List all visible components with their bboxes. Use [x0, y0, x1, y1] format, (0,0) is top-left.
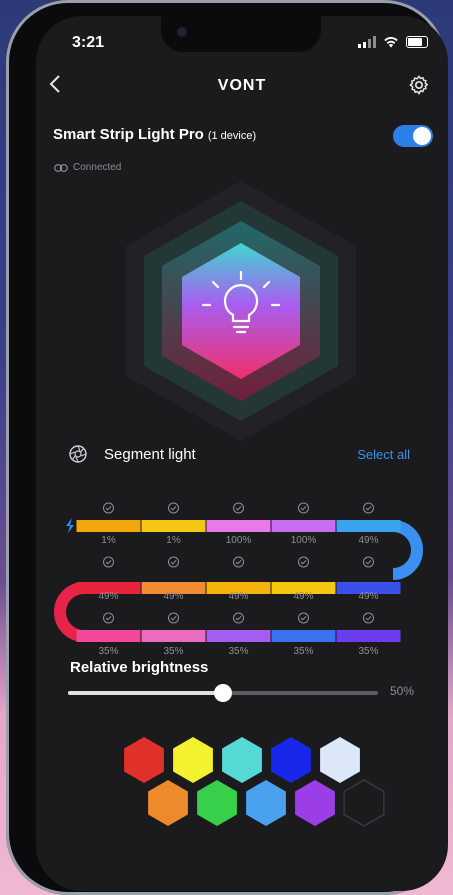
device-name: Smart Strip Light Pro [53, 126, 204, 143]
color-swatch[interactable] [222, 737, 262, 783]
segment-r1-1[interactable] [76, 520, 141, 532]
segment-percent: 100% [291, 535, 317, 546]
segment-title: Segment light [104, 446, 196, 463]
segment-check-icon[interactable] [168, 502, 179, 514]
link-icon [54, 163, 68, 172]
segment-percent: 49% [293, 591, 313, 602]
segment-r1-3[interactable] [206, 520, 271, 532]
color-swatch[interactable] [271, 737, 311, 783]
segment-check-icon[interactable] [168, 612, 179, 624]
slider-thumb[interactable] [214, 684, 232, 702]
segment-header: Segment light Select all [36, 442, 448, 472]
segment-check-icon[interactable] [298, 556, 309, 568]
segment-check-icon[interactable] [298, 612, 309, 624]
segment-percent: 49% [358, 591, 378, 602]
app-screen: 3:21 VONT Smart Strip Light Pro (1 device… [36, 16, 448, 891]
front-camera [177, 27, 187, 37]
segment-r1-2[interactable] [141, 520, 206, 532]
color-palette [124, 737, 385, 827]
segment-r3-3[interactable] [206, 630, 271, 642]
color-swatch[interactable] [320, 737, 360, 783]
brightness-slider[interactable] [68, 684, 378, 702]
signal-icon [358, 36, 376, 48]
nav-bar: VONT [36, 71, 448, 101]
segment-check-icon[interactable] [103, 612, 114, 624]
status-time: 3:21 [72, 34, 105, 51]
segment-percent: 49% [98, 591, 118, 602]
segment-percent: 35% [358, 646, 378, 657]
segment-r1-4[interactable] [271, 520, 336, 532]
hexagon-light-preview [126, 181, 356, 441]
connection-label: Connected [73, 162, 122, 173]
segment-percent: 49% [358, 535, 378, 546]
segment-r3-4[interactable] [271, 630, 336, 642]
segment-percent: 35% [163, 646, 183, 657]
segment-r3-1[interactable] [76, 630, 141, 642]
segment-check-icon[interactable] [233, 502, 244, 514]
segment-percent: 49% [228, 591, 248, 602]
color-swatch[interactable] [148, 780, 188, 826]
segment-check-icon[interactable] [233, 612, 244, 624]
color-swatch[interactable] [197, 780, 237, 826]
color-swatch[interactable] [295, 780, 335, 826]
segment-percent: 35% [98, 646, 118, 657]
segment-check-icon[interactable] [363, 502, 374, 514]
segment-percent: 1% [101, 535, 116, 546]
lightning-icon [66, 518, 74, 533]
segment-r1-5[interactable] [336, 520, 401, 532]
segment-check-icon[interactable] [298, 502, 309, 514]
segment-check-icon[interactable] [103, 502, 114, 514]
gear-icon [409, 75, 429, 95]
wifi-icon [384, 36, 398, 48]
segment-light-icon [68, 444, 88, 469]
segment-check-icon[interactable] [363, 612, 374, 624]
phone-frame: 3:21 VONT Smart Strip Light Pro (1 device… [6, 0, 448, 895]
light-preview[interactable] [126, 181, 356, 441]
segment-check-icon[interactable] [363, 556, 374, 568]
segment-check-icon[interactable] [103, 556, 114, 568]
segment-percent: 35% [228, 646, 248, 657]
device-title: Smart Strip Light Pro (1 device) [53, 126, 256, 143]
color-swatch[interactable] [173, 737, 213, 783]
power-toggle[interactable] [393, 125, 433, 147]
brand-logo: VONT [217, 77, 267, 94]
device-count: (1 device) [207, 130, 257, 142]
segment-strip: 1% 1% 100% 100% 49% 49% 49% 49% 49% 49% 35% 35% 35% 3… [54, 502, 423, 657]
color-swatch[interactable] [124, 737, 164, 783]
color-swatch[interactable] [246, 780, 286, 826]
toggle-knob [413, 127, 431, 145]
strip-curve-left [54, 582, 85, 642]
segment-percent: 1% [166, 535, 181, 546]
segment-r3-2[interactable] [141, 630, 206, 642]
empty-swatch[interactable] [343, 779, 385, 827]
settings-button[interactable] [408, 74, 430, 101]
slider-fill [68, 691, 223, 695]
brightness-label: Relative brightness [70, 659, 209, 676]
segment-check-icon[interactable] [168, 556, 179, 568]
segment-check-icon[interactable] [233, 556, 244, 568]
select-all-button[interactable]: Select all [357, 447, 410, 462]
brightness-value: 50% [390, 684, 415, 698]
battery-icon [406, 36, 428, 48]
status-icons [358, 36, 428, 48]
segment-percent: 100% [226, 535, 252, 546]
strip-curve-right [392, 520, 423, 580]
segment-r3-5[interactable] [336, 630, 401, 642]
notch [161, 16, 321, 52]
segment-percent: 49% [163, 591, 183, 602]
segment-percent: 35% [293, 646, 313, 657]
connection-status: Connected [54, 162, 121, 173]
